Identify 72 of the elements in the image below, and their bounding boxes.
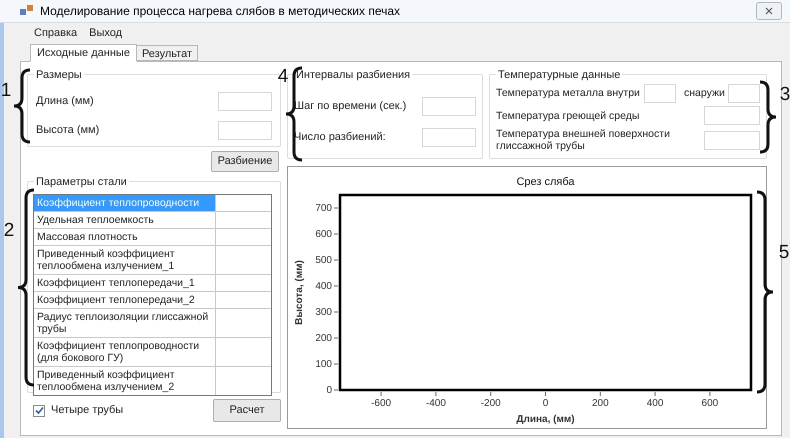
field-label: Высота (мм) <box>36 122 100 138</box>
axis-title: Длина, (мм) <box>516 414 575 425</box>
annotation-number: 1 <box>0 80 12 101</box>
field-label: Температура металла внутри <box>496 86 641 101</box>
tick-label: -200 <box>480 398 501 409</box>
table-cell[interactable] <box>216 246 271 274</box>
input-field[interactable] <box>704 106 760 125</box>
table-cell[interactable]: Массовая плотность <box>34 229 216 245</box>
tick-label: 300 <box>315 307 332 318</box>
group-title: Размеры <box>34 67 84 84</box>
close-button[interactable] <box>756 2 782 20</box>
close-icon <box>765 7 773 15</box>
tick-label: 600 <box>315 229 332 240</box>
table-cell[interactable]: Коэффициент теплопередачи_1 <box>34 275 216 291</box>
tick-label: 600 <box>702 398 718 409</box>
group-title: Параметры стали <box>34 174 129 190</box>
checkbox-label: Четыре трубы <box>51 403 124 418</box>
menu-item[interactable]: Справка <box>30 24 82 42</box>
tick-label: -600 <box>371 398 392 409</box>
tick-label: 200 <box>592 398 609 409</box>
input-field[interactable] <box>422 97 476 116</box>
table-cell[interactable]: Приведенный коэффициент теплообмена излучением_1 <box>34 246 216 274</box>
table-cell[interactable] <box>216 212 271 228</box>
menu-item[interactable]: Выход <box>85 24 126 42</box>
table-cell[interactable] <box>216 292 271 308</box>
field-label: Шаг по времени (сек.) <box>294 99 406 114</box>
chart-title: Срез сляба <box>516 176 575 188</box>
tab[interactable]: Исходные данные <box>30 44 137 62</box>
tick-label: 500 <box>315 255 332 266</box>
app-icon <box>20 5 34 17</box>
annotation-number: 2 <box>4 220 14 241</box>
input-field[interactable] <box>218 120 272 140</box>
group-title: Интервалы разбиения <box>294 67 412 84</box>
table-cell[interactable]: Приведенный коэффициент теплообмена излучением_2 <box>34 367 216 395</box>
table-cell[interactable]: Коэффициент теплопередачи_2 <box>34 292 216 308</box>
tick-label: 400 <box>315 281 332 292</box>
input-field[interactable] <box>704 130 760 150</box>
annotation-number: 4 <box>278 66 288 87</box>
group-title: Температурные данные <box>496 67 622 84</box>
table-cell[interactable] <box>216 338 271 366</box>
field-label: снаружи <box>684 86 726 101</box>
table-cell[interactable] <box>216 195 271 211</box>
input-field[interactable] <box>218 92 272 110</box>
field-label: Температура греющей среды <box>496 110 640 122</box>
split-button[interactable]: Разбиение <box>211 151 279 172</box>
input-field[interactable] <box>422 128 476 147</box>
tick-label: 0 <box>326 385 332 396</box>
table-cell[interactable]: Коэффициент теплопроводности (для бокового ГУ) <box>34 338 216 366</box>
field-label: Число разбиений: <box>294 130 386 146</box>
field-label: Температура внешней поверхности глиссажной трубы <box>496 128 671 152</box>
table-cell[interactable] <box>216 229 271 245</box>
tick-label: 200 <box>315 333 332 344</box>
tab[interactable]: Результат <box>136 45 198 61</box>
table-cell[interactable] <box>216 367 271 395</box>
input-field[interactable] <box>644 84 676 103</box>
calculate-button[interactable]: Расчет <box>213 399 281 422</box>
table-cell[interactable]: Удельная теплоемкость <box>34 212 216 228</box>
input-field[interactable] <box>728 84 760 103</box>
field-label: Длина (мм) <box>36 94 94 109</box>
table-cell[interactable] <box>216 275 271 291</box>
tick-label: 0 <box>542 398 548 409</box>
tick-label: 100 <box>315 359 332 370</box>
tick-label: 700 <box>315 203 332 214</box>
annotation-number: 5 <box>778 242 790 263</box>
table-cell[interactable] <box>216 309 271 337</box>
annotation-number: 3 <box>780 84 790 105</box>
tick-label: 400 <box>646 398 664 409</box>
tick-label: -400 <box>426 398 446 409</box>
checkbox[interactable] <box>33 404 45 416</box>
window-title: Моделирование процесса нагрева слябов в методических печах <box>40 3 400 20</box>
axis-title: Высота, (мм) <box>294 260 305 325</box>
table-cell[interactable]: Радиус теплоизоляции глиссажной трубы <box>34 309 216 337</box>
